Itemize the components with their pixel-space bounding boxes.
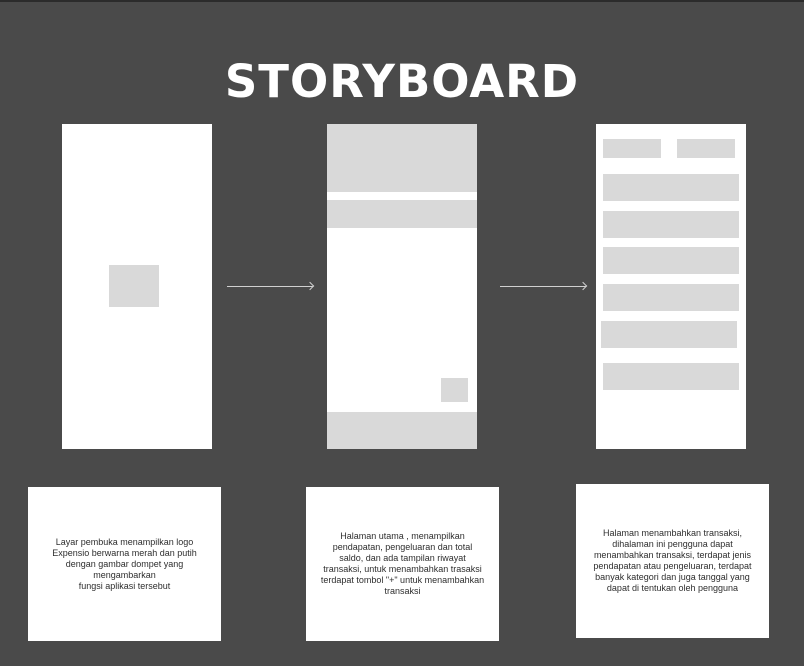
description-text-1: Layar pembuka menampilkan logo Expensio … <box>52 536 197 591</box>
form-field-placeholder-5 <box>601 321 737 348</box>
flow-arrow-1 <box>227 286 313 287</box>
home-screen-wireframe <box>327 124 477 449</box>
form-field-placeholder-3 <box>603 247 739 274</box>
page-title: STORYBOARD <box>224 55 580 108</box>
description-text-2: Halaman utama , menampilkan pendapatan, … <box>320 531 485 596</box>
form-field-placeholder-1 <box>603 174 739 201</box>
balance-bar-placeholder <box>327 200 477 228</box>
add-transaction-screen-wireframe <box>596 124 746 449</box>
top-border <box>0 0 804 2</box>
logo-placeholder <box>109 265 159 307</box>
form-field-placeholder-2 <box>603 211 739 238</box>
add-button-placeholder <box>441 378 468 402</box>
submit-button-placeholder <box>603 363 739 390</box>
bottom-nav-placeholder <box>327 412 477 449</box>
splash-screen-wireframe <box>62 124 212 449</box>
description-card-2: Halaman utama , menampilkan pendapatan, … <box>306 487 499 641</box>
description-text-3: Halaman menambahkan transaksi, dihalaman… <box>593 528 752 593</box>
type-tab-placeholder-1 <box>603 139 661 158</box>
summary-header-placeholder <box>327 124 477 192</box>
flow-arrow-2 <box>500 286 586 287</box>
form-field-placeholder-4 <box>603 284 739 311</box>
description-card-1: Layar pembuka menampilkan logo Expensio … <box>28 487 221 641</box>
description-card-3: Halaman menambahkan transaksi, dihalaman… <box>576 484 769 638</box>
type-tab-placeholder-2 <box>677 139 735 158</box>
